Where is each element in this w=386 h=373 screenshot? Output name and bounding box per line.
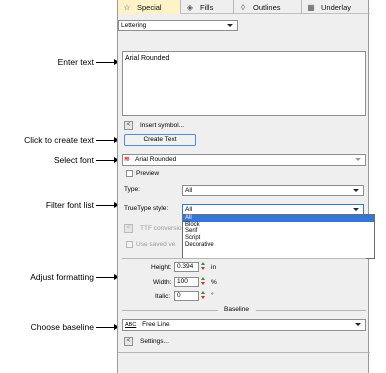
annotation-arrow [96, 324, 119, 330]
truetype-option-script[interactable]: Script [183, 235, 374, 242]
type-value: All [185, 187, 193, 194]
chevron-down-icon [353, 189, 359, 192]
truetype-style-label: TrueType style: [124, 205, 169, 212]
spin-up-icon [201, 291, 205, 294]
use-saved-checkbox[interactable] [126, 241, 133, 248]
annotation-arrow [96, 157, 119, 163]
annotation-filter-font-label: Filter font list [45, 200, 94, 210]
annotation-filter-font: Filter font list [45, 200, 119, 210]
chevron-down-icon [355, 158, 361, 161]
tab-fills[interactable]: ◈ Fills [181, 0, 234, 14]
chevron-down-icon [353, 208, 359, 211]
font-type-icon: ≋ [124, 156, 130, 163]
font-select-dropdown[interactable]: Arial Rounded [122, 154, 366, 166]
annotation-enter-text-label: Enter text [57, 57, 94, 67]
italic-spinner[interactable] [200, 291, 207, 301]
truetype-style-value: All [185, 206, 193, 213]
use-saved-label: Use saved ve [136, 241, 176, 248]
tab-special-label: Special [137, 2, 162, 12]
baseline-settings-button[interactable]: < [124, 337, 133, 346]
object-type-value: Lettering [121, 22, 147, 29]
ttf-conversion-button[interactable]: < [124, 224, 133, 233]
outline-icon: ◊ [241, 2, 245, 12]
tab-underlay[interactable]: ▦ Underlay [302, 0, 370, 14]
annotation-select-font-label: Select font [53, 155, 94, 165]
truetype-option-decorative[interactable]: Decorative [183, 242, 374, 249]
insert-symbol-label: Insert symbol... [140, 122, 185, 129]
settings-label: Settings... [140, 338, 169, 345]
tab-outlines[interactable]: ◊ Outlines [234, 0, 302, 14]
annotation-enter-text: Enter text [57, 57, 119, 67]
annotation-choose-baseline-label: Choose baseline [30, 322, 94, 332]
spin-up-icon [201, 277, 205, 280]
annotation-arrow [96, 137, 119, 143]
truetype-style-options-list: All Block Serif Script Decorative [182, 214, 375, 259]
height-unit: in [211, 264, 217, 271]
annotation-arrow [96, 274, 119, 280]
divider-left [122, 310, 218, 311]
divider [122, 258, 366, 259]
baseline-value: Free Line [142, 321, 170, 328]
spin-down-icon [201, 296, 205, 299]
tab-underlay-label: Underlay [321, 2, 352, 12]
create-text-button[interactable]: Create Text [124, 134, 196, 146]
chevron-down-icon [227, 24, 233, 27]
truetype-option-serif[interactable]: Serif [183, 228, 374, 235]
annotation-create-text-label: Click to create text [24, 135, 94, 145]
tab-fills-label: Fills [200, 2, 214, 12]
object-properties-panel: ☆ Special ◈ Fills ◊ Outlines ▦ Underlay … [117, 0, 375, 373]
insert-symbol-button[interactable]: < [124, 121, 133, 130]
annotation-adjust-formatting-label: Adjust formatting [30, 272, 94, 282]
tab-bar: ☆ Special ◈ Fills ◊ Outlines ▦ Underlay [118, 0, 370, 14]
chevron-down-icon [355, 323, 361, 326]
spin-down-icon [201, 282, 205, 285]
italic-label: Italic: [155, 293, 171, 300]
annotation-choose-baseline: Choose baseline [30, 322, 119, 332]
divider-right [256, 310, 366, 311]
baseline-icon: ABC [125, 322, 137, 328]
width-spinner[interactable] [200, 277, 207, 287]
annotation-create-text: Click to create text [24, 135, 119, 145]
annotation-arrow [96, 202, 119, 208]
font-value: Arial Rounded [135, 156, 177, 163]
width-unit: % [211, 279, 217, 286]
italic-input[interactable]: 0 [174, 291, 199, 301]
tab-outlines-label: Outlines [253, 2, 281, 12]
width-input[interactable]: 100 [174, 277, 199, 287]
annotation-select-font: Select font [53, 155, 119, 165]
spin-up-icon [201, 262, 205, 265]
height-input[interactable]: 0.394 [174, 262, 199, 272]
type-dropdown[interactable]: All [182, 185, 364, 196]
italic-unit: ° [211, 292, 214, 299]
bottom-divider [118, 352, 370, 353]
tab-special[interactable]: ☆ Special [118, 0, 181, 14]
truetype-option-block[interactable]: Block [183, 222, 374, 229]
baseline-dropdown[interactable]: ABC Free Line [122, 319, 366, 331]
truetype-option-all[interactable]: All [183, 215, 374, 222]
width-label: Width: [153, 279, 172, 286]
text-entry-field[interactable]: Arial Rounded [122, 51, 366, 116]
preview-checkbox[interactable] [126, 170, 133, 177]
preview-label: Preview [136, 170, 160, 177]
object-type-dropdown[interactable]: Lettering [118, 20, 238, 31]
baseline-header: Baseline [224, 306, 249, 313]
fill-icon: ◈ [186, 2, 194, 12]
type-label: Type: [124, 186, 140, 193]
annotation-arrow [96, 59, 119, 65]
annotation-adjust-formatting: Adjust formatting [30, 272, 119, 282]
underlay-icon: ▦ [307, 2, 315, 12]
star-icon: ☆ [123, 2, 131, 12]
height-spinner[interactable] [200, 262, 207, 272]
spin-down-icon [201, 267, 205, 270]
height-label: Height: [151, 264, 172, 271]
ttf-conversion-label: TTF conversion [140, 225, 186, 232]
